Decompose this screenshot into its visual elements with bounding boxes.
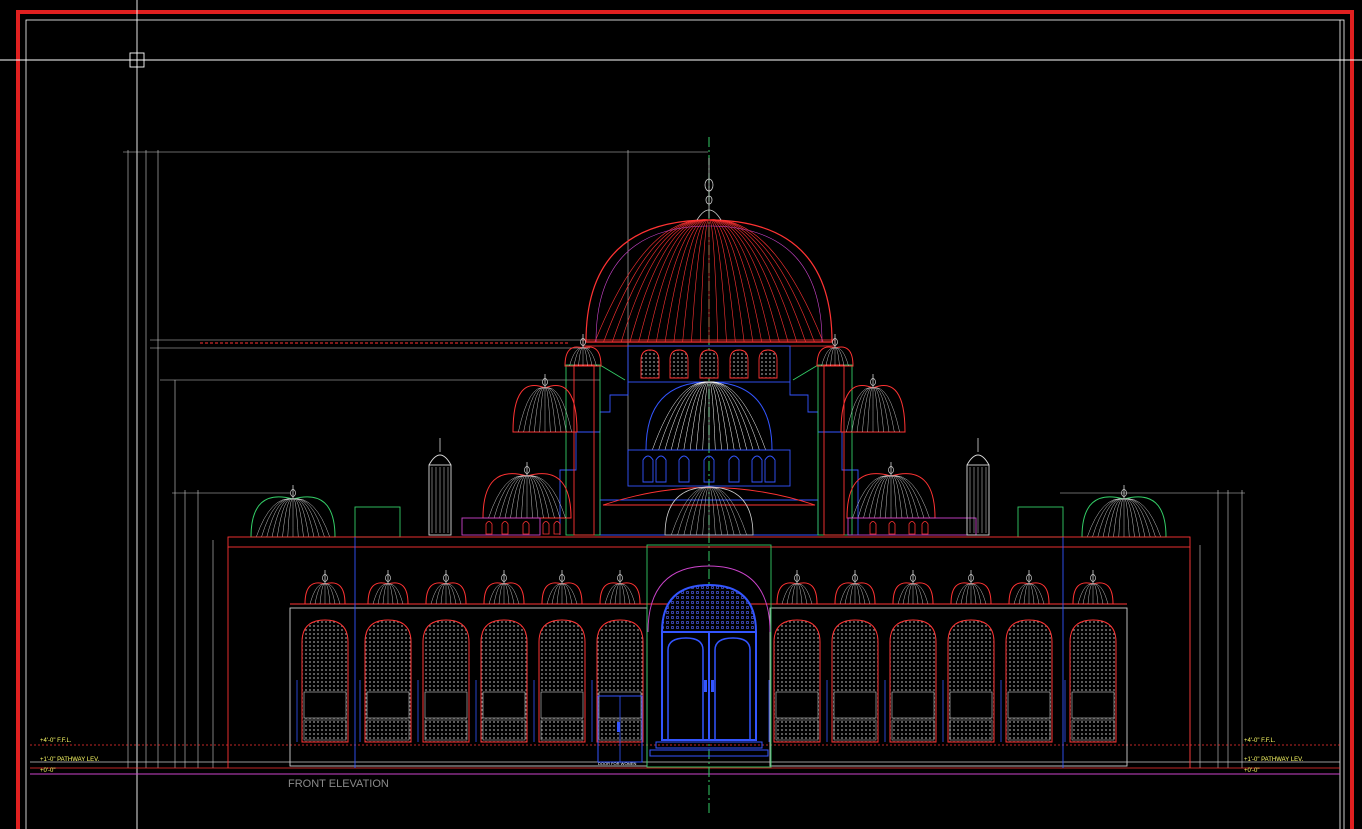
small-roof-dome	[776, 570, 818, 605]
small-roof-dome	[304, 570, 346, 605]
small-roof-dome	[950, 570, 992, 605]
small-roof-dome	[834, 570, 876, 605]
arch-window	[1000, 619, 1053, 743]
door-note: DOOR FOR WOMEN	[598, 761, 637, 766]
drum-window	[729, 349, 749, 379]
entrance-dome	[602, 486, 816, 536]
elevation-drawing[interactable]: +4'-0" F.F.L. +1'-0" PATHWAY LEV. +0'-0"…	[0, 0, 1362, 829]
arch-window	[768, 619, 821, 743]
arch-window	[359, 619, 412, 743]
finial-main	[696, 158, 722, 221]
mid-window	[655, 455, 667, 483]
small-roof-dome	[425, 570, 467, 605]
arch-window	[475, 619, 528, 743]
upper-side-dome-right	[840, 374, 906, 433]
level-lines	[30, 744, 1340, 775]
turret-cupola	[564, 334, 602, 367]
dome-base-window	[553, 521, 561, 535]
main-entrance	[647, 565, 771, 757]
drum-window	[758, 349, 778, 379]
upper-side-dome-left	[512, 374, 578, 433]
side-dome-left	[482, 462, 572, 519]
arch-window	[296, 619, 349, 743]
dome-base-band	[847, 517, 977, 536]
mid-window	[751, 455, 763, 483]
cad-viewport[interactable]: +4'-0" F.F.L. +1'-0" PATHWAY LEV. +0'-0"…	[0, 0, 1362, 829]
right-level-ffl: +4'-0" F.F.L.	[1244, 738, 1276, 744]
dome-base-window	[501, 521, 509, 535]
arch-window	[826, 619, 879, 743]
mid-window	[728, 455, 740, 483]
dome-base-window	[908, 521, 916, 535]
small-roof-dome	[483, 570, 525, 605]
arch-window	[1064, 619, 1117, 743]
crosshair-cursor	[0, 0, 1362, 829]
side-dome-right	[846, 462, 936, 519]
small-roof-dome	[892, 570, 934, 605]
small-roof-dome	[1008, 570, 1050, 605]
mid-window	[642, 455, 654, 483]
right-level-zero: +0'-0"	[1244, 768, 1259, 774]
small-roof-dome	[1072, 570, 1114, 605]
sheet-frame	[16, 10, 1354, 829]
dome-base-window	[485, 521, 493, 535]
dome-base-window	[542, 521, 550, 535]
drum-window	[699, 349, 719, 379]
arch-window	[417, 619, 470, 743]
dome-base-window	[869, 521, 877, 535]
right-level-pathway: +1'-0" PATHWAY LEV.	[1244, 757, 1304, 763]
minaret	[966, 438, 990, 536]
mid-window	[764, 455, 776, 483]
arch-window	[884, 619, 937, 743]
dome-drum	[627, 345, 791, 383]
small-roof-dome	[541, 570, 583, 605]
left-level-ffl: +4'-0" F.F.L.	[40, 738, 72, 744]
right-level-labels: +4'-0" F.F.L. +1'-0" PATHWAY LEV. +0'-0"	[1244, 738, 1304, 774]
drum-window	[669, 349, 689, 379]
main-dome	[582, 219, 836, 347]
minaret	[428, 438, 452, 536]
small-roof-dome	[367, 570, 409, 605]
left-level-pathway: +1'-0" PATHWAY LEV.	[40, 757, 100, 763]
small-roof-dome	[599, 570, 641, 605]
dome-base-window	[522, 521, 530, 535]
drum-window	[640, 349, 660, 379]
mid-window	[678, 455, 690, 483]
drawing-title: FRONT ELEVATION	[288, 778, 389, 790]
arch-window	[942, 619, 995, 743]
left-level-zero: +0'-0"	[40, 768, 55, 774]
dome-base-band	[461, 517, 541, 536]
dome-base-window	[888, 521, 896, 535]
arch-window	[533, 619, 586, 743]
dome-base-window	[921, 521, 929, 535]
turret-cupola	[816, 334, 854, 367]
left-level-labels: +4'-0" F.F.L. +1'-0" PATHWAY LEV. +0'-0"	[40, 738, 100, 774]
